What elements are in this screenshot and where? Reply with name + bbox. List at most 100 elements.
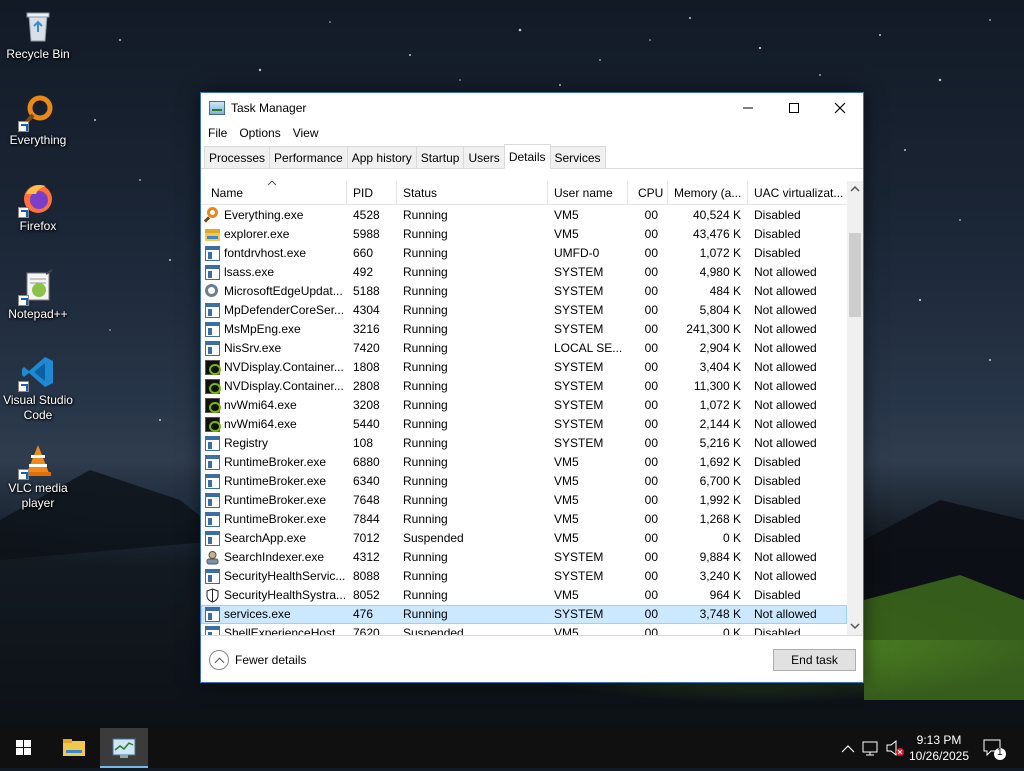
process-cpu: 00 (644, 455, 658, 469)
process-uac: Disabled (754, 474, 801, 488)
column-header-cpu[interactable]: CPU (628, 181, 668, 205)
desktop-icon-recycle-bin[interactable]: Recycle Bin (3, 8, 73, 62)
tab-users[interactable]: Users (463, 146, 505, 168)
table-row[interactable]: lsass.exe 492 Running SYSTEM 00 4,980 K Not al… (201, 263, 847, 282)
minimize-icon (743, 107, 753, 108)
table-row[interactable]: services.exe 476 Running SYSTEM 00 3,748 K Not… (201, 605, 847, 624)
process-memory: 3,404 K (699, 360, 741, 374)
fewer-details-button[interactable]: Fewer details (209, 650, 306, 670)
table-row[interactable]: SecurityHealthServic... 8088 Running SYSTEM… (201, 567, 847, 586)
network-icon[interactable] (860, 728, 882, 768)
table-row[interactable]: NVDisplay.Container... 2808 Running SYSTEM 0… (201, 377, 847, 396)
process-pid: 108 (353, 436, 374, 450)
tab-app-history[interactable]: App history (346, 146, 417, 168)
desktop-icon-vlc[interactable]: VLC media player (3, 442, 73, 511)
minimize-button[interactable] (725, 93, 771, 122)
table-row[interactable]: RuntimeBroker.exe 7648 Running VM5 00 1,992 K… (201, 491, 847, 510)
process-user: SYSTEM (554, 303, 604, 317)
app-icon (205, 341, 220, 356)
process-name: nvWmi64.exe (224, 398, 297, 412)
table-row[interactable]: RuntimeBroker.exe 7844 Running VM5 00 1,268 K… (201, 510, 847, 529)
tab-startup[interactable]: Startup (415, 146, 465, 168)
table-row[interactable]: nvWmi64.exe 5440 Running SYSTEM 00 2,144 K Not… (201, 415, 847, 434)
desktop-icon-firefox[interactable]: Firefox (3, 180, 73, 234)
column-header-memory[interactable]: Memory (a... (668, 181, 748, 205)
vertical-scrollbar[interactable] (847, 181, 863, 636)
app-icon (205, 512, 220, 527)
column-header-name[interactable]: Name (201, 181, 347, 205)
process-user: SYSTEM (554, 417, 604, 431)
close-button[interactable] (817, 93, 863, 122)
process-pid: 6880 (353, 455, 380, 469)
table-row[interactable]: SearchApp.exe 7012 Suspended VM5 00 0 K Disabl… (201, 529, 847, 548)
app-icon (205, 265, 220, 280)
title-bar[interactable]: Task Manager (201, 93, 863, 123)
scroll-down-icon[interactable] (847, 618, 863, 634)
firefox-icon (18, 180, 56, 218)
search-icon (207, 207, 218, 218)
process-name: NisSrv.exe (224, 341, 282, 355)
table-row[interactable]: Registry 108 Running SYSTEM 00 5,216 K Not all… (201, 434, 847, 453)
process-pid: 492 (353, 265, 374, 279)
table-row[interactable]: NVDisplay.Container... 1808 Running SYSTEM 0… (201, 358, 847, 377)
shortcut-arrow-icon (18, 469, 29, 480)
table-row[interactable]: RuntimeBroker.exe 6880 Running VM5 00 1,692 K… (201, 453, 847, 472)
column-header-user-name[interactable]: User name (548, 181, 628, 205)
process-cpu: 00 (644, 607, 658, 621)
menu-view[interactable]: View (289, 126, 327, 140)
vscode-icon (18, 354, 56, 392)
table-row[interactable]: fontdrvhost.exe 660 Running UMFD-0 00 1,072 K… (201, 244, 847, 263)
table-row[interactable]: SecurityHealthSystra... 8052 Running VM5 00 9… (201, 586, 847, 605)
process-memory: 1,072 K (699, 398, 741, 412)
desktop-icon-notepad-plus-plus[interactable]: Notepad++ (3, 268, 73, 322)
table-row[interactable]: explorer.exe 5988 Running VM5 00 43,476 K Disa… (201, 225, 847, 244)
desktop-icon-vscode[interactable]: Visual Studio Code (3, 354, 73, 423)
process-name: RuntimeBroker.exe (224, 493, 327, 507)
menu-file[interactable]: File (204, 126, 235, 140)
table-row[interactable]: Everything.exe 4528 Running VM5 00 40,524 K Di… (201, 206, 847, 225)
process-cpu: 00 (644, 265, 658, 279)
table-row[interactable]: MicrosoftEdgeUpdat... 5188 Running SYSTEM 00… (201, 282, 847, 301)
end-task-button[interactable]: End task (773, 649, 856, 671)
process-cpu: 00 (644, 588, 658, 602)
process-status: Running (403, 208, 448, 222)
table-row[interactable]: MpDefenderCoreSer... 4304 Running SYSTEM 00 5… (201, 301, 847, 320)
taskbar-file-explorer[interactable] (50, 728, 98, 768)
table-row[interactable]: NisSrv.exe 7420 Running LOCAL SE... 00 2,904 … (201, 339, 847, 358)
process-status: Running (403, 493, 448, 507)
notification-center-button[interactable]: 1 (980, 728, 1008, 768)
process-status: Running (403, 474, 448, 488)
table-row[interactable]: MsMpEng.exe 3216 Running SYSTEM 00 241,300 K N… (201, 320, 847, 339)
process-pid: 7420 (353, 341, 380, 355)
process-status: Running (403, 379, 448, 393)
process-status: Suspended (403, 531, 464, 545)
maximize-button[interactable] (771, 93, 817, 122)
table-row[interactable]: SearchIndexer.exe 4312 Running SYSTEM 00 9,88… (201, 548, 847, 567)
process-uac: Disabled (754, 208, 801, 222)
process-name: services.exe (224, 607, 291, 621)
scrollbar-thumb[interactable] (849, 233, 861, 317)
process-status: Running (403, 303, 448, 317)
process-status: Running (403, 246, 448, 260)
tab-processes[interactable]: Processes (204, 146, 271, 168)
start-button[interactable] (0, 728, 48, 768)
show-hidden-icons-icon[interactable] (838, 728, 858, 768)
column-header-pid[interactable]: PID (347, 181, 397, 205)
scroll-up-icon[interactable] (847, 181, 863, 197)
tab-details[interactable]: Details (503, 144, 551, 169)
process-uac: Not allowed (754, 265, 817, 279)
task-manager-icon (112, 738, 136, 758)
taskbar-task-manager[interactable] (100, 728, 148, 768)
tab-performance[interactable]: Performance (269, 146, 348, 168)
process-user: SYSTEM (554, 436, 604, 450)
tab-services[interactable]: Services (549, 146, 606, 168)
column-header-status[interactable]: Status (397, 181, 548, 205)
process-user: SYSTEM (554, 607, 604, 621)
menu-options[interactable]: Options (235, 126, 288, 140)
system-clock[interactable]: 9:13 PM 10/26/2025 (903, 732, 975, 764)
table-row[interactable]: nvWmi64.exe 3208 Running SYSTEM 00 1,072 K Not… (201, 396, 847, 415)
column-header-uac[interactable]: UAC virtualizat... (748, 181, 847, 205)
process-memory: 5,216 K (699, 436, 741, 450)
desktop-icon-everything[interactable]: Everything (3, 94, 73, 148)
table-row[interactable]: RuntimeBroker.exe 6340 Running VM5 00 6,700 K… (201, 472, 847, 491)
